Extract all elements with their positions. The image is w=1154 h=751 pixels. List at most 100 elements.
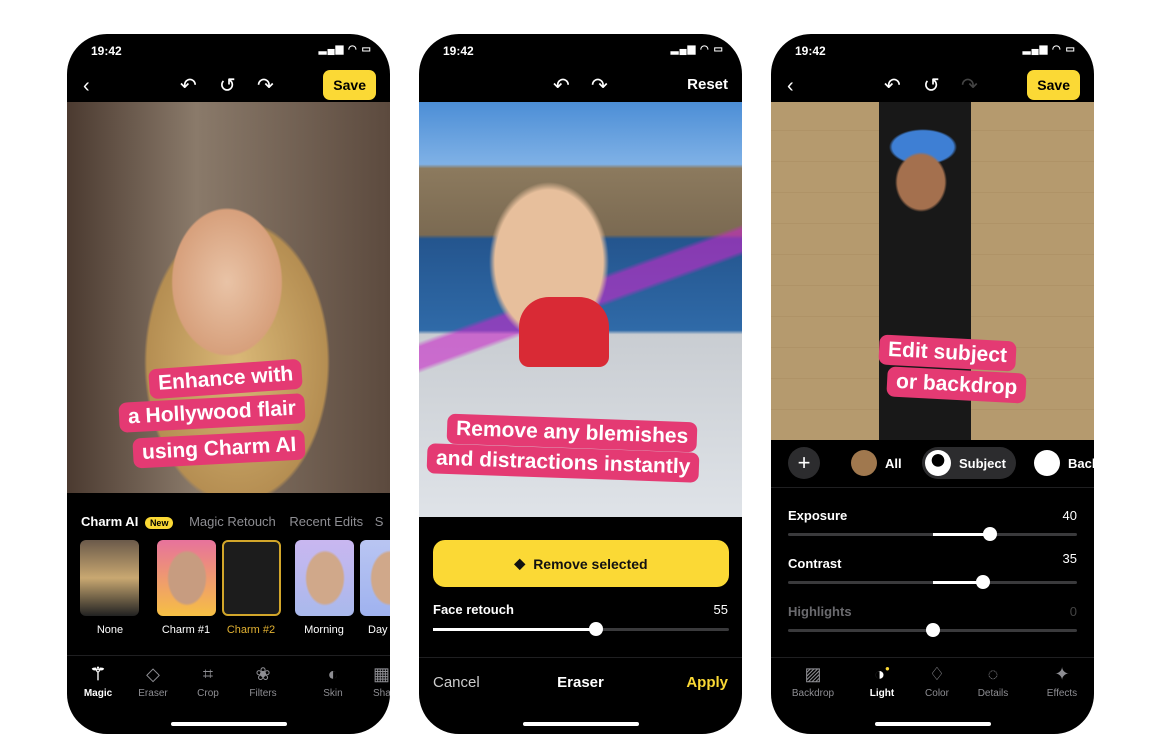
tool-effects[interactable]: ✦ Effects — [1034, 664, 1090, 699]
tool-color[interactable]: ♢ Color — [909, 664, 965, 699]
image-icon: ▨ — [804, 664, 822, 684]
exposure-slider[interactable] — [788, 527, 1077, 541]
back-icon[interactable]: ‹ — [83, 76, 90, 96]
nav-bar: ‹ ↶ ↺ ↷ Save — [771, 70, 1094, 102]
slider-knob[interactable] — [976, 575, 991, 589]
redo-icon[interactable]: ↷ — [257, 76, 274, 96]
shape-icon: ▦ — [373, 664, 390, 684]
tab-recent-edits[interactable]: Recent Edits — [289, 514, 363, 529]
beach-photo: Remove any blemishes and distractions in… — [419, 102, 742, 517]
face-retouch-slider[interactable] — [433, 622, 729, 636]
preset-day-thumb[interactable] — [360, 540, 390, 616]
phone-eraser: 19:42 ▂▄▆ ◠ ▭ ↶ ↷ Reset Remove any blemi… — [419, 34, 742, 734]
tool-skin[interactable]: ◐ Skin — [305, 664, 361, 699]
slider-knob[interactable] — [925, 623, 940, 637]
contrast-icon: ◑● — [874, 664, 890, 684]
slider-value: 55 — [713, 602, 728, 617]
status-time: 19:42 — [443, 44, 474, 58]
red-top — [519, 297, 609, 367]
home-indicator — [522, 722, 639, 726]
home-indicator — [874, 722, 991, 726]
status-time: 19:42 — [91, 44, 122, 58]
sparkle-icon: ✦ — [1054, 664, 1070, 684]
details-icon: ◌ — [987, 664, 999, 684]
undo-icon[interactable]: ↶ — [884, 76, 901, 96]
status-icons: ▂▄▆ ◠ ▭ — [1022, 44, 1076, 55]
highlights-slider[interactable] — [788, 623, 1077, 637]
revert-icon[interactable]: ↺ — [219, 76, 236, 96]
eraser-icon: ◆ — [514, 555, 526, 571]
all-avatar — [851, 450, 877, 476]
tool-backdrop[interactable]: ▨ Backdrop — [785, 664, 841, 699]
portrait-photo: Enhance with a Hollywood flair using Cha… — [67, 102, 390, 493]
new-badge: New — [144, 517, 174, 529]
back-icon[interactable]: ‹ — [787, 76, 794, 96]
tool-details[interactable]: ◌ Details — [965, 664, 1021, 699]
slider-fill — [932, 533, 991, 536]
crop-icon: ⌗ — [202, 664, 214, 684]
tool-light[interactable]: ◑● Light — [854, 664, 910, 699]
tool-magic[interactable]: ⚚ Magic — [70, 664, 126, 699]
apply-button[interactable]: Apply — [686, 674, 728, 691]
chip-backdrop[interactable]: Back — [1031, 447, 1094, 479]
slider-value: 35 — [1062, 551, 1077, 566]
slider-label: Contrast — [788, 556, 842, 571]
subject-avatar — [925, 450, 951, 476]
contrast-slider[interactable] — [788, 575, 1077, 589]
eraser-icon: ◇ — [146, 664, 160, 684]
slider-label: Face retouch — [433, 602, 514, 617]
slider-label: Exposure — [788, 508, 848, 523]
preset-label: Charm #1 — [161, 624, 211, 636]
drop-icon: ♢ — [928, 664, 946, 684]
preset-charm2-thumb[interactable] — [222, 540, 281, 616]
preset-label: Morning — [304, 624, 344, 636]
nav-bar: ‹ ↶ ↺ ↷ Save — [67, 70, 390, 102]
skin-icon: ◐ — [327, 664, 339, 684]
chip-all[interactable]: All — [848, 447, 902, 479]
tool-eraser[interactable]: ◇ Eraser — [125, 664, 181, 699]
status-icons: ▂▄▆ ◠ ▭ — [318, 44, 372, 55]
slider-value: 0 — [1069, 604, 1077, 619]
save-button[interactable]: Save — [1027, 70, 1080, 100]
tool-shape[interactable]: ▦ Sha — [357, 664, 390, 699]
phone-charm-ai: 19:42 ▂▄▆ ◠ ▭ ‹ ↶ ↺ ↷ Save Enhance with … — [67, 34, 390, 734]
preset-label: Day — [368, 624, 388, 636]
undo-icon[interactable]: ↶ — [180, 76, 197, 96]
redo-icon[interactable]: ↷ — [961, 76, 978, 96]
slider-value: 40 — [1062, 508, 1077, 523]
tool-crop[interactable]: ⌗ Crop — [180, 664, 236, 699]
redo-icon[interactable]: ↷ — [591, 76, 608, 96]
callout-line: or backdrop — [886, 366, 1028, 404]
slider-label: Highlights — [788, 604, 852, 619]
status-icons: ▂▄▆ ◠ ▭ — [670, 44, 724, 55]
slider-knob[interactable] — [983, 527, 998, 541]
tab-magic-retouch[interactable]: Magic Retouch — [189, 514, 276, 529]
preset-label: None — [96, 624, 124, 636]
status-time: 19:42 — [795, 44, 826, 58]
slider-knob[interactable] — [588, 622, 603, 636]
nav-bar: ↶ ↷ Reset — [419, 70, 742, 102]
home-indicator — [170, 722, 287, 726]
subject-photo: Edit subject or backdrop — [771, 102, 1094, 440]
phone-adjust: 19:42 ▂▄▆ ◠ ▭ ‹ ↶ ↺ ↷ Save Edit subject … — [771, 34, 1094, 734]
reset-button[interactable]: Reset — [687, 76, 728, 93]
category-tabs: Charm AI New Magic Retouch Recent Edits … — [81, 514, 383, 529]
preset-charm1-thumb[interactable] — [157, 540, 216, 616]
slider-fill — [433, 628, 596, 631]
callout-line: Enhance with — [148, 358, 304, 400]
preset-morning-thumb[interactable] — [295, 540, 354, 616]
preset-label-selected: Charm #2 — [226, 624, 276, 636]
tab-more[interactable]: S — [375, 514, 384, 529]
callout-line: using Charm AI — [132, 429, 307, 469]
callout-line: a Hollywood flair — [118, 393, 306, 433]
preset-none-thumb[interactable] — [80, 540, 139, 616]
tool-filters[interactable]: ❀ Filters — [235, 664, 291, 699]
save-button[interactable]: Save — [323, 70, 376, 100]
add-mask-button[interactable]: + — [788, 447, 820, 479]
revert-icon[interactable]: ↺ — [923, 76, 940, 96]
remove-selected-button[interactable]: ◆ Remove selected — [433, 540, 729, 587]
tab-charm-ai[interactable]: Charm AI — [81, 514, 138, 529]
magic-wand-icon: ⚚ — [89, 664, 107, 684]
undo-icon[interactable]: ↶ — [553, 76, 570, 96]
chip-subject[interactable]: Subject — [922, 447, 1016, 479]
